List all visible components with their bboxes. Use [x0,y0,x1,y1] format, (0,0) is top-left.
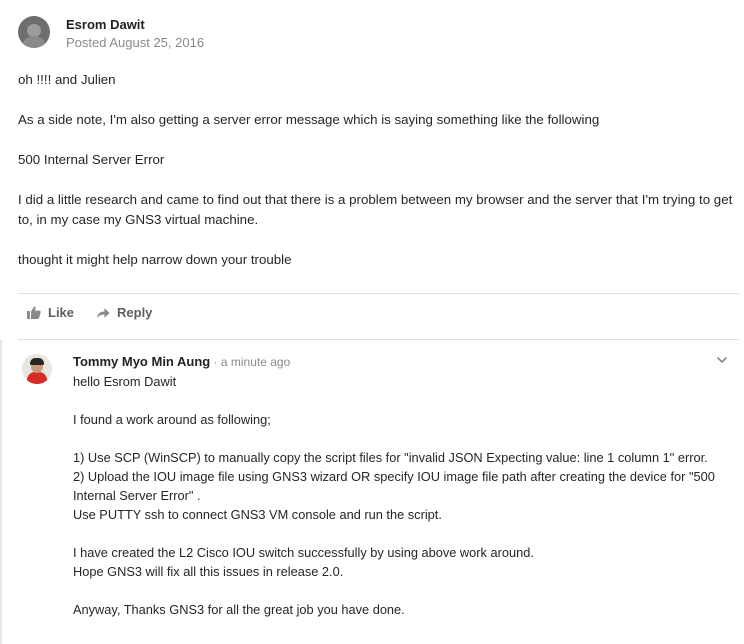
post-paragraph: I did a little research and came to find… [18,192,733,227]
reply-separator: · [210,355,221,369]
post-paragraph: thought it might help narrow down your t… [18,252,292,267]
reply-author[interactable]: Tommy Myo Min Aung [73,354,210,369]
author-name[interactable]: Esrom Dawit [66,16,204,34]
post-paragraph: 500 Internal Server Error [18,152,165,167]
post-header: Esrom Dawit Posted August 25, 2016 [18,14,204,52]
chevron-down-icon[interactable] [716,355,728,365]
reply-line: hello Esrom Dawit [73,374,177,389]
post-paragraph: oh !!!! and Julien [18,72,116,87]
post-date: Posted August 25, 2016 [66,35,205,50]
reply-arrow-icon [97,307,110,318]
reply-line: 2) Upload the IOU image file using GNS3 … [73,469,715,484]
reply-time: a minute ago [220,355,291,369]
author-block: Esrom Dawit Posted August 25, 2016 [66,14,204,52]
reply-body: hello Esrom Dawit I found a work around … [73,372,733,619]
reply-line: Hope GNS3 will fix all this issues in re… [73,564,344,579]
reply-label: Reply [117,305,153,320]
reply-header: Tommy Myo Min Aung · a minute ago [73,353,290,371]
post-paragraph: As a side note, I'm also getting a serve… [18,112,600,127]
divider [18,339,739,340]
post-body: oh !!!! and Julien As a side note, I'm a… [18,70,734,290]
reply-line: Anyway, Thanks GNS3 for all the great jo… [73,602,405,617]
like-label: Like [48,305,75,320]
reply-line: I found a work around as following; [73,412,271,427]
divider [18,293,739,294]
reply-avatar[interactable] [22,354,52,384]
comment-thread-line [0,340,2,644]
post-actions: Like Reply [27,305,152,320]
thumbs-up-icon [27,306,41,319]
reply-line: I have created the L2 Cisco IOU switch s… [73,545,534,560]
reply-button[interactable]: Reply [96,305,152,320]
reply-line: Internal Server Error" . [73,488,201,503]
reply-line: Use PUTTY ssh to connect GNS3 VM console… [73,507,442,522]
like-button[interactable]: Like [27,305,74,320]
reply-line: 1) Use SCP (WinSCP) to manually copy the… [73,450,708,465]
author-avatar[interactable] [18,16,50,48]
